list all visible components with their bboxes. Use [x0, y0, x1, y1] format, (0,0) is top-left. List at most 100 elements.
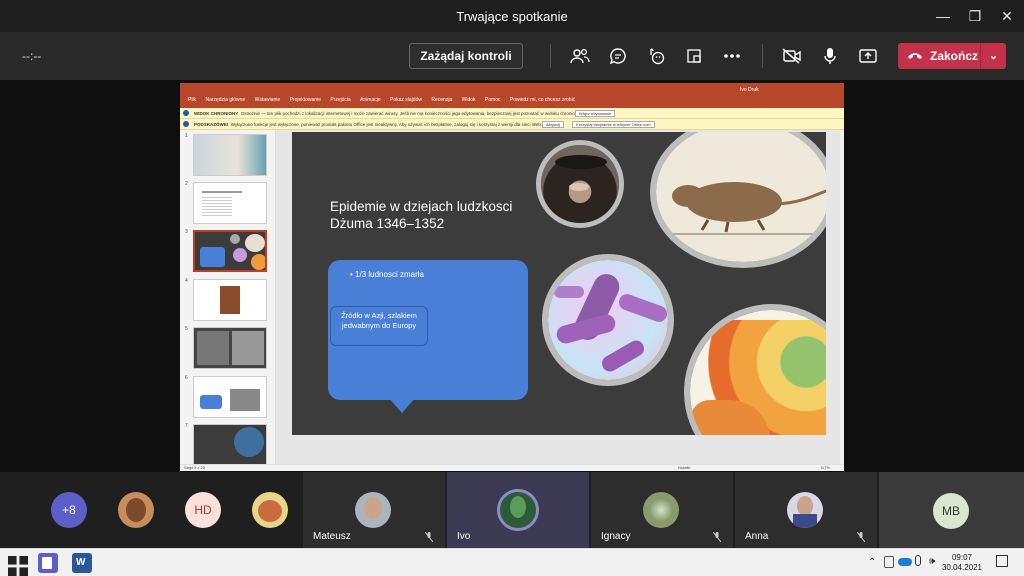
ppt-tab[interactable]: Przejścia [330, 97, 350, 103]
rooms-icon[interactable] [683, 45, 705, 67]
slide-thumbnail-4[interactable] [193, 279, 267, 321]
zoom-level: 117% [820, 465, 830, 470]
chat-icon[interactable] [607, 45, 629, 67]
participant-tile[interactable]: Mateusz [303, 472, 445, 548]
activate-button[interactable]: Aktywuj [542, 121, 564, 128]
meeting-toolbar: --:-- Zażądaj kontroli Zakończ ⌄ [0, 32, 1024, 80]
camera-off-icon[interactable] [781, 45, 803, 67]
europe-plague-map-image [684, 304, 826, 435]
participant-photo [643, 492, 679, 528]
editor-scrollbar[interactable] [840, 130, 844, 464]
slide-bullet-text: 1/3 ludnosci zmarła [355, 270, 424, 279]
teams-taskbar-icon[interactable] [38, 553, 58, 573]
notifications-icon[interactable] [996, 555, 1008, 567]
request-control-button[interactable]: Zażądaj kontroli [409, 43, 523, 69]
microphone-icon[interactable] [819, 45, 841, 67]
minimize-icon[interactable]: — [934, 7, 952, 25]
title-bar: Trwające spotkanie — ❐ ✕ [0, 0, 1024, 32]
toolbar-divider [762, 44, 763, 68]
slide-thumbnail-pane[interactable]: 1 2 3 4 5 6 7 [180, 130, 276, 466]
enable-editing-button[interactable]: Włącz edytowanie [575, 110, 616, 117]
slide-thumbnail-7[interactable] [193, 424, 267, 466]
participant-photo [787, 492, 823, 528]
participant-avatar-hd[interactable]: HD [185, 492, 221, 528]
participant-photo [355, 492, 391, 528]
thumb-number: 2 [185, 181, 188, 187]
current-slide: Epidemie w dziejach ludzkosci Dżuma 1346… [292, 132, 826, 435]
microphone-tray-icon[interactable] [915, 555, 921, 566]
slide-counter: Slajd 3 z 23 [184, 465, 205, 470]
tray-chevron-icon[interactable]: ⌃ [868, 557, 876, 568]
slide-thumbnail-2[interactable] [193, 182, 267, 224]
windows-start-icon[interactable] [8, 556, 28, 576]
protected-view-text: Ostrożnie — ten plik pochodzi z lokaliza… [240, 111, 585, 116]
ppt-tab[interactable]: Animacje [360, 97, 381, 103]
mic-muted-icon [713, 532, 721, 542]
ppt-tab[interactable]: Narzędzia główne [205, 97, 245, 103]
participant-avatar[interactable] [252, 492, 288, 528]
callout-pointer [388, 397, 416, 413]
thumb-number: 7 [185, 423, 188, 429]
self-tile[interactable]: MB [879, 472, 1024, 548]
participant-tile[interactable]: Ignacy [591, 472, 733, 548]
notes-button[interactable]: Notatki [678, 465, 690, 470]
volume-icon[interactable]: 🕪 [929, 556, 935, 567]
window-title: Trwające spotkanie [456, 9, 568, 24]
thumb-number: 3 [185, 229, 188, 235]
ppt-search[interactable]: Powiedz mi, co chcesz zrobić [510, 97, 575, 103]
ppt-tab[interactable]: Wstawianie [255, 97, 281, 103]
meeting-timer: --:-- [22, 49, 42, 63]
participant-tile-speaking[interactable]: Ivo [447, 472, 589, 548]
thumb-number: 1 [185, 133, 188, 139]
participants-icon[interactable] [569, 45, 591, 67]
participant-name: Ignacy [601, 531, 631, 542]
participant-name: Mateusz [313, 531, 351, 542]
share-screen-icon[interactable] [857, 45, 879, 67]
participant-tile[interactable]: Anna [735, 472, 877, 548]
toolbar-divider [550, 44, 551, 68]
rat-illustration-image [650, 132, 826, 268]
slide-thumbnail-5[interactable] [193, 327, 267, 369]
close-icon[interactable]: ✕ [998, 7, 1016, 25]
info-icon [183, 121, 189, 127]
slide-thumbnail-1[interactable] [193, 134, 267, 176]
slide-thumbnail-6[interactable] [193, 376, 267, 418]
reactions-icon[interactable] [645, 45, 667, 67]
ppt-tab[interactable]: Recenzja [431, 97, 452, 103]
slide-title-line1: Epidemie w dziejach ludzkosci [330, 199, 513, 214]
battery-icon[interactable] [884, 556, 894, 568]
ppt-tab[interactable]: Widok [462, 97, 476, 103]
slide-editor: Epidemie w dziejach ludzkosci Dżuma 1346… [276, 130, 844, 464]
thumb-number: 6 [185, 375, 188, 381]
chevron-down-icon[interactable]: ⌄ [980, 43, 1006, 69]
slide-thumbnail-3-selected[interactable] [193, 230, 267, 272]
windows-taskbar: W ⌃ 🕪 09:07 30.04.2021 [0, 548, 1024, 576]
end-call-button[interactable]: Zakończ ⌄ [898, 43, 1006, 69]
participant-name: Ivo [457, 531, 471, 542]
participant-avatar[interactable] [118, 492, 154, 528]
mic-muted-icon [425, 532, 433, 542]
onedrive-icon[interactable] [898, 558, 912, 566]
office-online-button[interactable]: Korzystaj bezpłatnie w witrynie Office.c… [572, 121, 655, 128]
activation-text: Wyłączono funkcje jest wyłączone, poniew… [230, 122, 543, 127]
plague-doctor-image [536, 140, 624, 228]
activation-bar: PODSKAZÓWKI Wyłączono funkcje jest wyłąc… [180, 119, 844, 130]
word-taskbar-icon[interactable]: W [72, 553, 92, 573]
protected-view-bar: WIDOK CHRONIONY Ostrożnie — ten plik poc… [180, 108, 844, 119]
participant-name: Anna [745, 531, 769, 542]
powerpoint-titlebar: Ivo Druk [180, 83, 844, 97]
ppt-tab[interactable]: Projektowanie [290, 97, 321, 103]
source-textbox: Źródło w Azji, szlakiem jedwabnym do Eur… [330, 306, 428, 346]
maximize-icon[interactable]: ❐ [966, 7, 984, 25]
ppt-tab[interactable]: Pomoc [485, 97, 501, 103]
overflow-participants-button[interactable]: +8 [51, 492, 87, 528]
system-clock[interactable]: 09:07 30.04.2021 [942, 553, 982, 573]
mic-muted-icon [857, 532, 865, 542]
thumb-number: 4 [185, 278, 188, 284]
ppt-tab-file[interactable]: Plik [188, 97, 196, 103]
slide-title: Epidemie w dziejach ludzkosci Dżuma 1346… [330, 198, 550, 232]
more-actions-icon[interactable] [721, 45, 743, 67]
ppt-tab[interactable]: Pokaz slajdów [390, 97, 422, 103]
slide-bullet: • 1/3 ludnosci zmarła [350, 270, 424, 279]
powerpoint-statusbar: Slajd 3 z 23 Notatki 117% [180, 464, 844, 471]
